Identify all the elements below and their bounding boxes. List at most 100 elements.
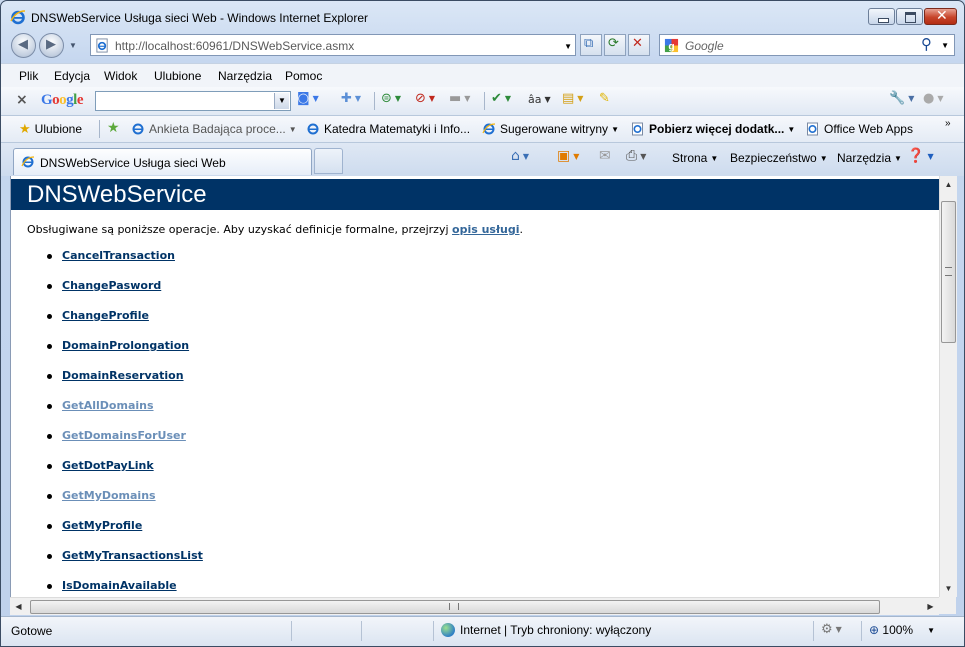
highlight-icon[interactable]: ✎ (599, 91, 610, 111)
address-dropdown[interactable]: ▼ (564, 42, 572, 51)
service-description-link[interactable]: opis usługi (452, 223, 520, 236)
intro-paragraph: Obsługiwane są poniższe operacje. Aby uz… (27, 223, 523, 236)
autofill-icon[interactable]: ▤ ▼ (562, 91, 583, 111)
forward-button[interactable]: ▶ (39, 33, 64, 58)
share-icon[interactable]: ⊜ ▼ (381, 91, 401, 111)
print-icon[interactable]: ⎙ ▼ (626, 148, 646, 164)
operation-link[interactable]: GetMyDomains (62, 489, 156, 502)
bullet-icon (47, 524, 52, 529)
popup-blocker-icon[interactable]: ⊘ ▼ (415, 91, 435, 111)
recent-pages-dropdown[interactable]: ▼ (69, 41, 77, 50)
operation-link[interactable]: GetMyTransactionsList (62, 549, 203, 562)
back-button[interactable]: ◀ (11, 33, 36, 58)
operation-link[interactable]: ChangePasword (62, 279, 161, 292)
compatibility-view-button[interactable]: ⧉ (580, 34, 602, 56)
bullet-icon (47, 554, 52, 559)
divider (361, 621, 362, 641)
google-search-input[interactable]: ▼ (95, 91, 291, 111)
plus-icon[interactable]: ✚ ▼ (341, 91, 361, 111)
status-bar: Gotowe Internet | Tryb chroniony: wyłącz… (1, 616, 964, 646)
chevron-down-icon[interactable]: ▼ (274, 93, 289, 109)
divider (291, 621, 292, 641)
feeds-icon[interactable]: ▣ ▼ (557, 148, 579, 164)
scroll-right-icon[interactable]: ▶ (922, 598, 939, 615)
operation-link[interactable]: DomainReservation (62, 369, 184, 382)
window-title: DNSWebService Usługa sieci Web - Windows… (31, 11, 369, 25)
horizontal-scrollbar[interactable]: ◀ ▶ (10, 597, 939, 615)
operation-link[interactable]: GetDotPayLink (62, 459, 154, 472)
ie-page-icon (632, 122, 643, 136)
home-icon[interactable]: ⌂ ▼ (511, 148, 529, 164)
scroll-left-icon[interactable]: ◀ (10, 598, 27, 615)
translate-icon[interactable]: âa ▼ (528, 93, 551, 113)
operation-link[interactable]: DomainProlongation (62, 339, 189, 352)
vertical-scrollbar[interactable]: ▲ ▼ (939, 176, 957, 597)
refresh-icon: ⟳ (608, 36, 619, 51)
zoom-control[interactable]: ⊕ 100% ▼ (869, 623, 935, 637)
spellcheck-icon[interactable]: ✔ ▼ (491, 91, 511, 111)
close-icon: ✕ (936, 8, 948, 24)
google-search-icon[interactable]: ◙ ▼ (297, 91, 319, 111)
svg-text:g: g (668, 42, 674, 53)
ie-logo-icon (482, 123, 496, 135)
tools-menu[interactable]: Narzędzia ▼ (837, 151, 902, 165)
fav-item-survey[interactable]: Ankieta Badająca proce... ▼ (131, 122, 297, 136)
fav-item-office-web-apps[interactable]: Office Web Apps (806, 122, 913, 136)
maximize-button[interactable] (896, 8, 923, 25)
account-icon[interactable]: ● ▼ (923, 91, 944, 111)
bullet-icon (47, 344, 52, 349)
search-icon[interactable]: ⚲ (921, 35, 932, 53)
close-button[interactable]: ✕ (924, 8, 957, 25)
vertical-scroll-thumb[interactable] (941, 201, 956, 343)
operation-link[interactable]: GetMyProfile (62, 519, 142, 532)
operation-link[interactable]: GetAllDomains (62, 399, 154, 412)
fav-item-department[interactable]: Katedra Matematyki i Info... (306, 122, 470, 136)
add-favorite-icon[interactable]: ★ (107, 120, 120, 136)
protected-mode-icon[interactable]: ⚙ ▼ (821, 622, 842, 637)
fav-item-label: Office Web Apps (824, 122, 913, 136)
tab-dnswebservice[interactable]: DNSWebService Usługa sieci Web (13, 148, 312, 175)
menu-bar: Plik Edycja Widok Ulubione Narzędzia Pom… (1, 63, 964, 88)
favorites-button[interactable]: ★ Ulubione (19, 122, 82, 137)
operation-link[interactable]: IsDomainAvailable (62, 579, 177, 592)
fav-item-label: Pobierz więcej dodatk... (649, 122, 785, 136)
scroll-up-icon[interactable]: ▲ (940, 176, 957, 193)
bullet-icon (47, 314, 52, 319)
close-toolbar-icon[interactable]: × (16, 92, 28, 108)
search-box[interactable]: g Google ⚲ ▼ (659, 34, 955, 56)
menu-favorites[interactable]: Ulubione (154, 69, 201, 83)
menu-tools[interactable]: Narzędzia (218, 69, 272, 83)
wrench-icon[interactable]: 🔧 ▼ (889, 91, 914, 111)
operation-link[interactable]: ChangeProfile (62, 309, 149, 322)
operation-link[interactable]: CancelTransaction (62, 249, 175, 262)
scroll-down-icon[interactable]: ▼ (940, 580, 957, 597)
operation-link[interactable]: GetDomainsForUser (62, 429, 186, 442)
intro-text: Obsługiwane są poniższe operacje. Aby uz… (27, 223, 453, 236)
security-zone[interactable]: Internet | Tryb chroniony: wyłączony (441, 623, 651, 637)
minimize-button[interactable] (868, 8, 895, 25)
refresh-button[interactable]: ⟳ (604, 34, 626, 56)
help-icon[interactable]: ❓ ▼ (907, 148, 934, 164)
stop-button[interactable]: ✕ (628, 34, 650, 56)
globe-icon (441, 623, 455, 637)
horizontal-scroll-thumb[interactable] (30, 600, 880, 614)
comment-icon[interactable]: ▬ ▼ (449, 91, 470, 111)
maximize-icon (905, 12, 916, 23)
menu-view[interactable]: Widok (104, 69, 137, 83)
page-menu[interactable]: Strona ▼ (672, 151, 718, 165)
safety-menu[interactable]: Bezpieczeństwo ▼ (730, 151, 828, 165)
mail-icon[interactable]: ✉ (599, 148, 611, 164)
address-bar[interactable]: http://localhost:60961/DNSWebService.asm… (90, 34, 576, 56)
zoom-level: 100% (882, 623, 914, 637)
page-content: DNSWebService Obsługiwane są poniższe op… (10, 176, 940, 597)
menu-file[interactable]: Plik (19, 69, 38, 83)
search-dropdown[interactable]: ▼ (941, 41, 949, 50)
ie-page-icon (307, 123, 319, 135)
status-text: Gotowe (11, 624, 53, 638)
chevron-more-icon[interactable]: » (945, 118, 951, 129)
menu-edit[interactable]: Edycja (54, 69, 90, 83)
new-tab-button[interactable] (314, 148, 343, 174)
fav-item-suggested-sites[interactable]: Sugerowane witryny ▼ (482, 122, 619, 136)
fav-item-get-addons[interactable]: Pobierz więcej dodatk... ▼ (631, 122, 795, 136)
menu-help[interactable]: Pomoc (285, 69, 322, 83)
